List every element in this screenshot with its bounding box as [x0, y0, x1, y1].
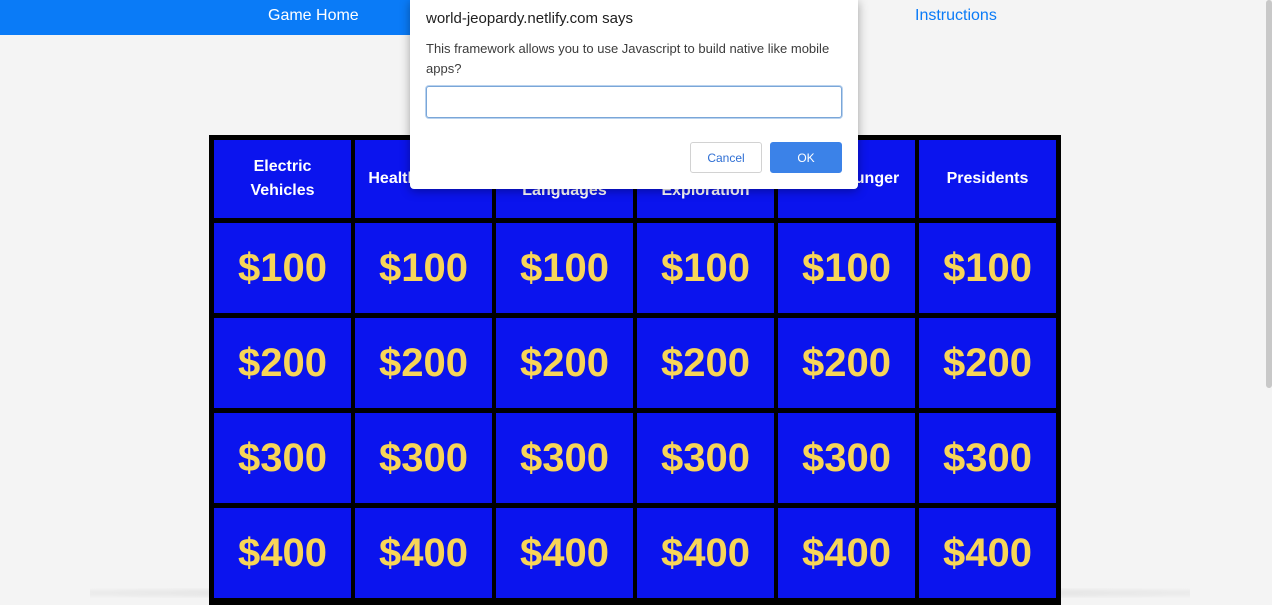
clue-tile[interactable]: $100	[355, 223, 492, 313]
page-scrollbar[interactable]	[1266, 0, 1272, 388]
clue-tile[interactable]: $300	[919, 413, 1056, 503]
game-home-label: Game Home	[268, 7, 359, 24]
clue-tile[interactable]: $200	[355, 318, 492, 408]
clue-tile[interactable]: $100	[778, 223, 915, 313]
clue-tile[interactable]: $400	[919, 508, 1056, 598]
clue-tile[interactable]: $300	[637, 413, 774, 503]
clue-tile[interactable]: $200	[919, 318, 1056, 408]
dialog-title: world-jeopardy.netlify.com says	[426, 10, 634, 27]
clue-tile[interactable]: $400	[496, 508, 633, 598]
cancel-button[interactable]: Cancel	[690, 142, 762, 173]
dialog-message: This framework allows you to use Javascr…	[426, 41, 830, 76]
clue-tile[interactable]: $300	[214, 413, 351, 503]
clue-tile[interactable]: $200	[778, 318, 915, 408]
clue-tile[interactable]: $200	[214, 318, 351, 408]
clue-tile[interactable]: $400	[355, 508, 492, 598]
clue-tile[interactable]: $100	[496, 223, 633, 313]
clue-tile[interactable]: $200	[496, 318, 633, 408]
clue-tile[interactable]: $100	[637, 223, 774, 313]
category-presidents: Presidents	[919, 140, 1056, 218]
prompt-dialog: world-jeopardy.netlify.com says This fra…	[410, 0, 858, 189]
clue-tile[interactable]: $100	[214, 223, 351, 313]
category-electric-vehicles: Electric Vehicles	[214, 140, 351, 218]
jeopardy-board: Electric Vehicles Healthy Foods World La…	[209, 135, 1061, 605]
clue-tile[interactable]: $200	[637, 318, 774, 408]
clue-tile[interactable]: $300	[496, 413, 633, 503]
clue-tile[interactable]: $400	[214, 508, 351, 598]
clue-tile[interactable]: $100	[919, 223, 1056, 313]
instructions-link[interactable]: Instructions	[915, 7, 997, 25]
ok-button[interactable]: OK	[770, 142, 842, 173]
clue-tile[interactable]: $300	[778, 413, 915, 503]
answer-input[interactable]	[426, 86, 842, 118]
clue-tile[interactable]: $400	[778, 508, 915, 598]
clue-tile[interactable]: $400	[637, 508, 774, 598]
clue-tile[interactable]: $300	[355, 413, 492, 503]
